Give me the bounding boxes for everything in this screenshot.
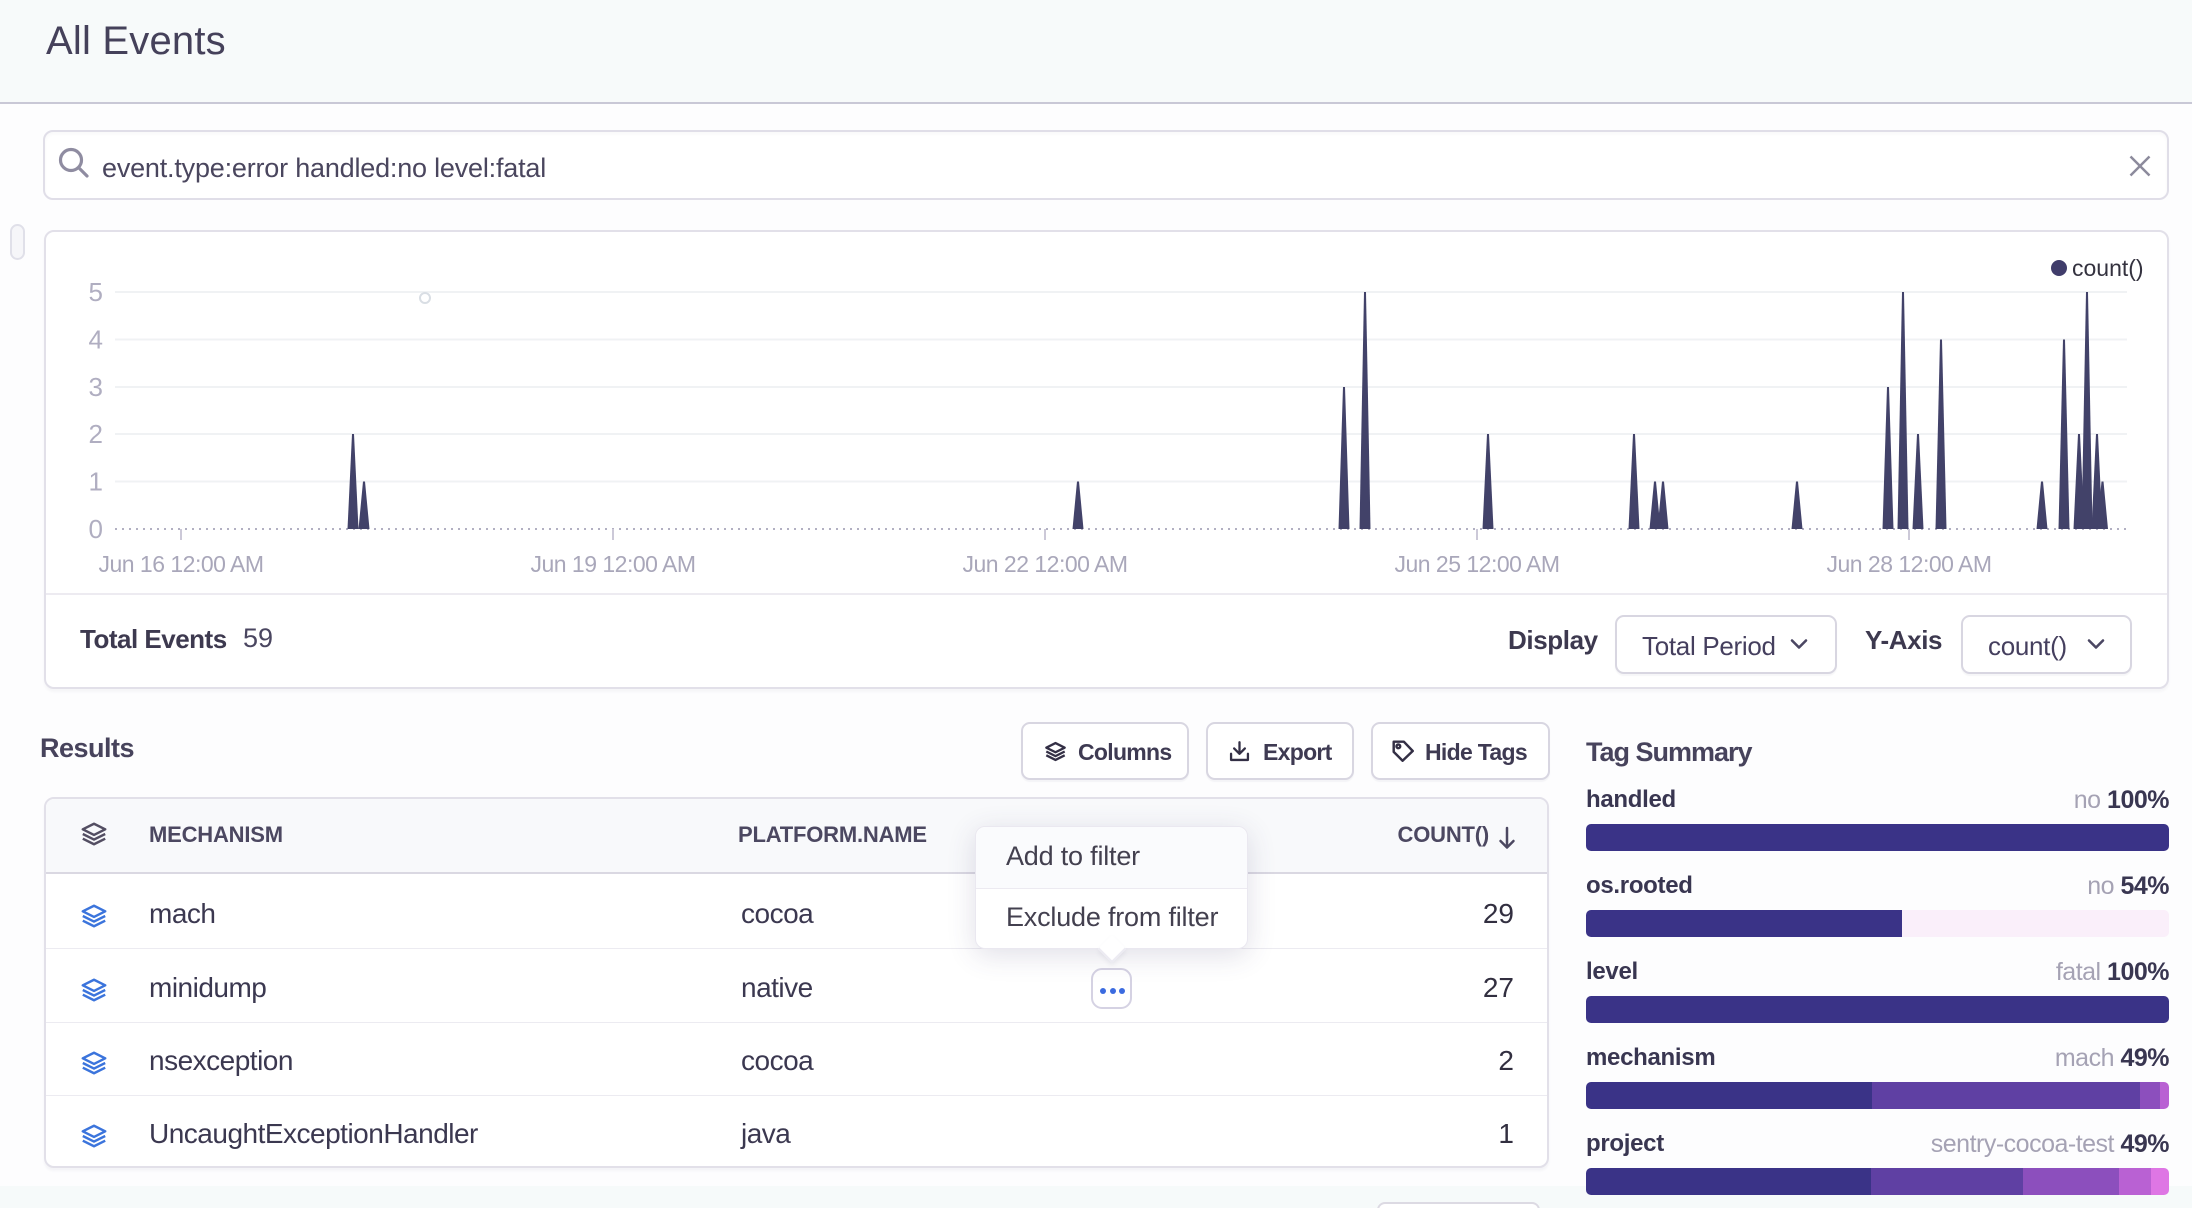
svg-text:Jun 19 12:00 AM: Jun 19 12:00 AM	[530, 551, 695, 577]
svg-text:Jun 16 12:00 AM: Jun 16 12:00 AM	[98, 551, 263, 577]
svg-text:0: 0	[89, 514, 103, 544]
svg-text:count(): count()	[2072, 255, 2144, 281]
svg-text:2: 2	[89, 419, 103, 449]
svg-text:Jun 22 12:00 AM: Jun 22 12:00 AM	[962, 551, 1127, 577]
svg-text:5: 5	[89, 277, 103, 307]
svg-text:3: 3	[89, 372, 103, 402]
svg-text:4: 4	[89, 325, 103, 355]
svg-text:Jun 28 12:00 AM: Jun 28 12:00 AM	[1826, 551, 1991, 577]
svg-text:Jun 25 12:00 AM: Jun 25 12:00 AM	[1394, 551, 1559, 577]
svg-text:1: 1	[89, 467, 103, 497]
